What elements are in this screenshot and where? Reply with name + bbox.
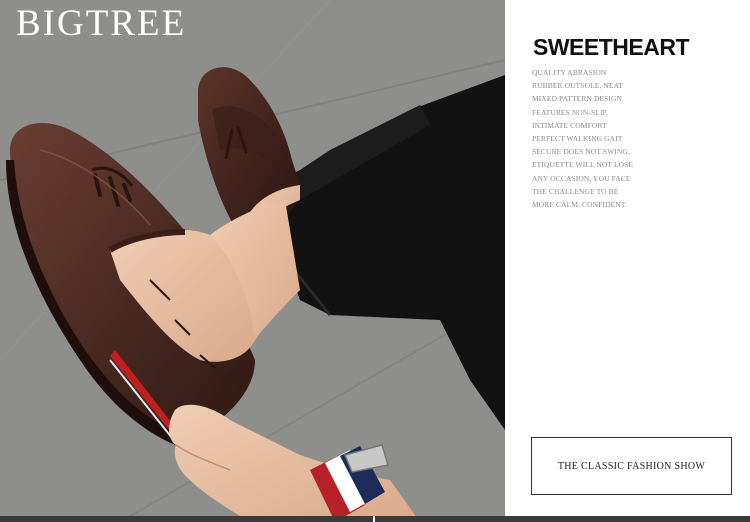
description-line: THE CHALLENGE TO BE: [532, 186, 619, 196]
loafer-photo-illustration: [0, 0, 505, 522]
description-line: RUBBER OUTSOLE, NEAT: [532, 81, 623, 91]
description-line: MORE CALM, CONFIDENT.: [532, 200, 627, 210]
description-line: PERFECT WALKING GAIT: [532, 134, 623, 144]
brand-logo: BIGTREE: [16, 3, 187, 44]
product-detail-page: BIGTREE SWEETHEART QUALITY ABRASION RUBB…: [0, 0, 750, 522]
description-line: ETIQUETTE WILL NOT LOSE: [532, 160, 634, 170]
description-line: SECURE DOES NOT SWING,: [532, 147, 630, 157]
description-line: QUALITY ABRASION: [532, 68, 607, 77]
strip-divider: [373, 516, 375, 522]
next-image-strip: [0, 516, 750, 522]
headline: SWEETHEART: [533, 34, 690, 60]
tagline-box: THE CLASSIC FASHION SHOW: [531, 437, 732, 495]
tagline-text: THE CLASSIC FASHION SHOW: [557, 460, 706, 472]
description-line: ANY OCCASION, YOU FACE: [532, 173, 631, 183]
description-line: FEATURES NON-SLIP,: [532, 107, 608, 117]
product-photo: BIGTREE: [0, 0, 505, 522]
description-line: MIXED PATTERN DESIGN: [532, 94, 623, 104]
description-line: INTIMATE COMFORT: [532, 120, 607, 130]
product-description: QUALITY ABRASION RUBBER OUTSOLE, NEAT MI…: [532, 66, 732, 211]
